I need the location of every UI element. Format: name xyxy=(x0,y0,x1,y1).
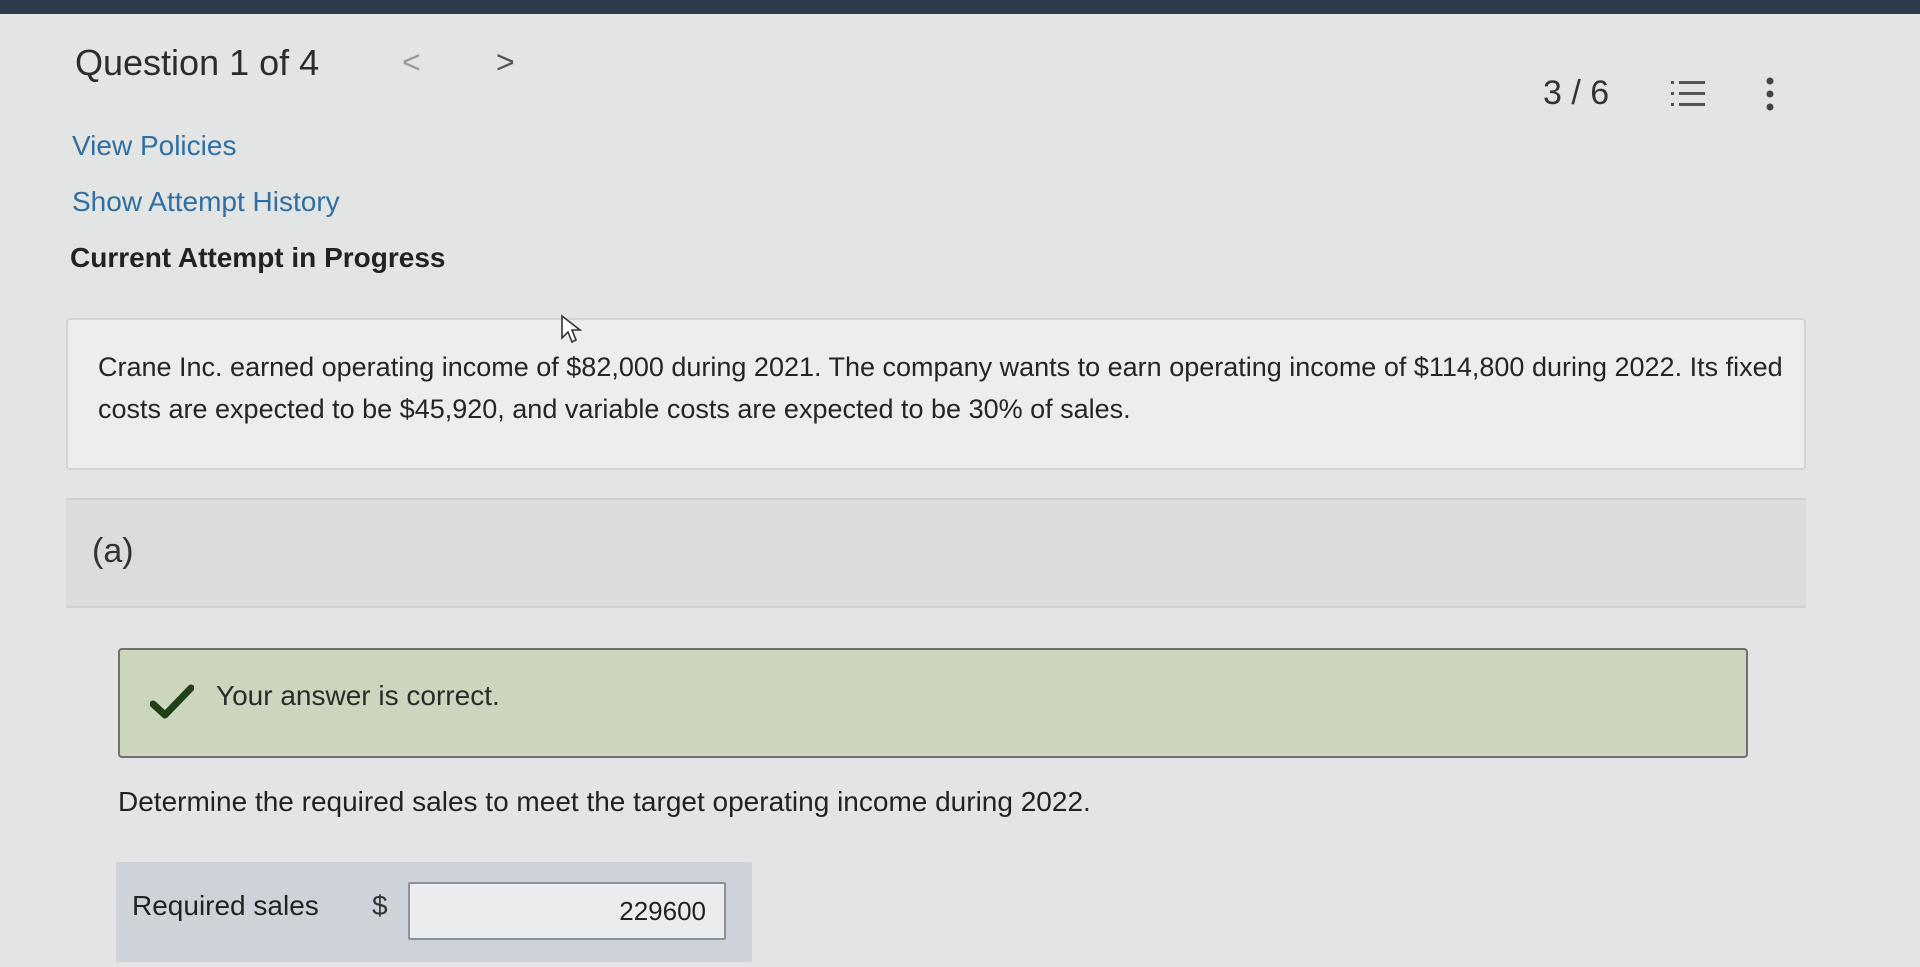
view-policies-link[interactable]: View Policies xyxy=(72,130,236,162)
attempt-heading: Current Attempt in Progress xyxy=(70,242,446,273)
show-attempt-history-link[interactable]: Show Attempt History xyxy=(72,186,340,218)
top-bar xyxy=(0,0,1920,14)
page: Question 1 of 4 < > 3 / 6 View Policies … xyxy=(0,0,1920,967)
numbered-list-icon[interactable] xyxy=(1670,78,1706,110)
page-counter: 3 / 6 xyxy=(1543,74,1610,112)
problem-statement-box: Crane Inc. earned operating income of $8… xyxy=(66,318,1806,470)
feedback-message: Your answer is correct. xyxy=(216,680,500,711)
problem-text: Crane Inc. earned operating income of $8… xyxy=(98,352,1783,424)
next-question-button[interactable]: > xyxy=(496,44,515,81)
mouse-cursor-icon xyxy=(560,314,583,344)
required-sales-input[interactable] xyxy=(408,882,726,940)
check-icon xyxy=(149,684,195,720)
more-vertical-icon[interactable] xyxy=(1764,76,1776,112)
question-instruction: Determine the required sales to meet the… xyxy=(118,786,1091,817)
currency-symbol: $ xyxy=(372,890,388,921)
part-label: (a) xyxy=(92,532,134,570)
previous-question-button[interactable]: < xyxy=(402,44,421,81)
feedback-banner: Your answer is correct. xyxy=(118,648,1748,758)
part-header: (a) xyxy=(66,498,1806,608)
answer-label: Required sales xyxy=(132,890,319,921)
answer-row: Required sales $ xyxy=(116,862,752,962)
question-title: Question 1 of 4 xyxy=(75,42,320,83)
